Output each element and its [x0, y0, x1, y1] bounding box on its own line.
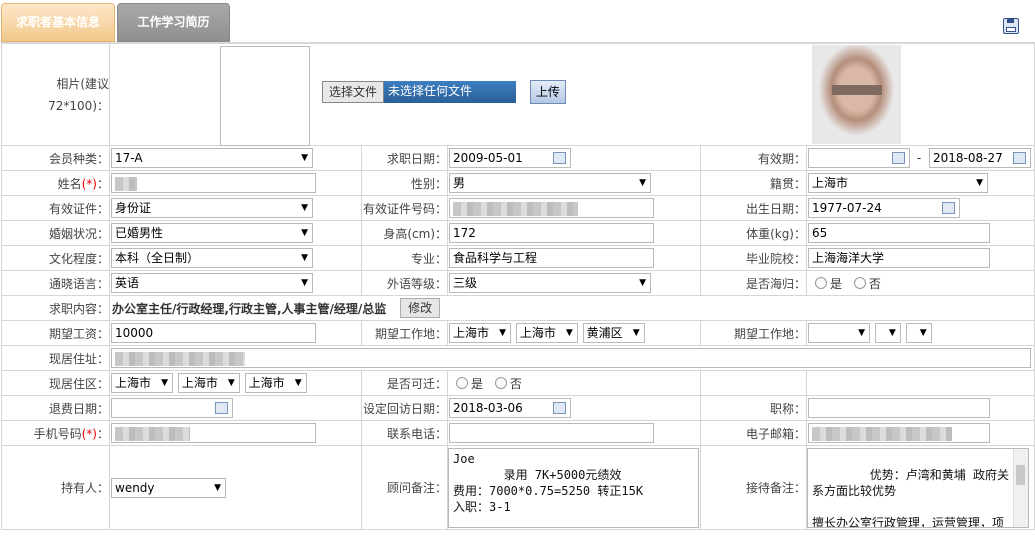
visit-date-input[interactable]: 2018-03-06	[449, 398, 571, 418]
email-label: 电子邮箱：	[700, 420, 807, 446]
work-place2-label: 期望工作地：	[700, 320, 807, 346]
valid-to-input[interactable]: 2018-08-27	[929, 148, 1031, 168]
file-name: 未选择任何文件	[384, 81, 517, 103]
gender-select[interactable]: 男	[449, 173, 651, 193]
tab-resume[interactable]: 工作学习简历	[117, 3, 230, 42]
lang-level-select[interactable]: 三级	[449, 273, 651, 293]
valid-from-input[interactable]	[808, 148, 910, 168]
lang-level-label: 外语等级：	[361, 270, 448, 296]
reception-note-textarea[interactable]: 优势：卢湾和黄埔 政府关系方面比较优势 擅长办公室行政管理，运营管理，项目管理	[807, 447, 1029, 528]
modify-button[interactable]: 修改	[400, 298, 441, 318]
id-no-label: 有效证件号码：	[361, 195, 448, 221]
photo-label: 相片(建议72*100)：	[1, 43, 110, 146]
phone-input[interactable]	[449, 423, 654, 443]
job-content-label: 求职内容：	[1, 295, 110, 321]
title-label: 职称：	[700, 395, 807, 421]
mobile-input[interactable]	[111, 423, 316, 443]
school-input[interactable]: 上海海洋大学	[808, 248, 990, 268]
id-no-input[interactable]	[449, 198, 654, 218]
salary-label: 期望工资：	[1, 320, 110, 346]
work-city2-select[interactable]	[874, 323, 901, 343]
education-label: 文化程度：	[1, 245, 110, 271]
salary-input[interactable]: 10000	[111, 323, 316, 343]
id-type-select[interactable]: 身份证	[111, 198, 313, 218]
candidate-photo	[812, 45, 901, 144]
name-input[interactable]	[111, 173, 316, 193]
major-input[interactable]: 食品科学与工程	[449, 248, 654, 268]
empty-cell	[700, 370, 807, 396]
marital-select[interactable]: 已婚男性	[111, 223, 313, 243]
apply-date-input[interactable]: 2009-05-01	[449, 148, 571, 168]
native-label: 籍贯：	[700, 170, 807, 196]
education-select[interactable]: 本科（全日制）	[111, 248, 313, 268]
file-picker[interactable]: 选择文件 未选择任何文件 上传	[322, 80, 566, 104]
district-label: 现居住区：	[1, 370, 110, 396]
work-district2-select[interactable]	[905, 323, 932, 343]
photo-placeholder	[220, 46, 310, 146]
height-input[interactable]: 172	[449, 223, 654, 243]
member-type-label: 会员种类：	[1, 145, 110, 171]
tab-basic-info[interactable]: 求职者基本信息	[1, 3, 115, 42]
relocate-no-label: 否	[509, 376, 522, 391]
mobile-label: 手机号码(*)：	[1, 420, 110, 446]
name-label: 姓名(*)：	[1, 170, 110, 196]
job-content-value: 办公室主任/行政经理,行政主管,人事主管/经理/总监	[112, 301, 387, 316]
birth-date-input[interactable]: 1977-07-24	[808, 198, 960, 218]
district-area-select[interactable]: 上海市	[244, 373, 307, 393]
district-city-select[interactable]: 上海市	[177, 373, 240, 393]
address-label: 现居住址：	[1, 345, 110, 371]
tab-bar: 求职者基本信息 工作学习简历	[0, 0, 1035, 43]
relocate-label: 是否可迁：	[361, 370, 448, 396]
scrollbar[interactable]	[1013, 448, 1028, 527]
overseas-no-radio[interactable]	[853, 277, 866, 289]
native-select[interactable]: 上海市	[808, 173, 988, 193]
visit-date-label: 设定回访日期：	[361, 395, 448, 421]
work-city-select[interactable]: 上海市	[515, 323, 578, 343]
birth-label: 出生日期：	[700, 195, 807, 221]
holder-label: 持有人：	[1, 445, 110, 530]
work-province-select[interactable]: 上海市	[449, 323, 511, 343]
gender-label: 性别：	[361, 170, 448, 196]
id-type-label: 有效证件：	[1, 195, 110, 221]
save-icon[interactable]	[1003, 18, 1019, 34]
work-district-select[interactable]: 黄浦区	[582, 323, 645, 343]
weight-input[interactable]: 65	[808, 223, 990, 243]
upload-button[interactable]: 上传	[529, 80, 566, 104]
marital-label: 婚姻状况：	[1, 220, 110, 246]
relocate-no-radio[interactable]	[494, 377, 507, 389]
language-label: 通晓语言：	[1, 270, 110, 296]
member-type-select[interactable]: 17-A	[111, 148, 313, 168]
school-label: 毕业院校：	[700, 245, 807, 271]
height-label: 身高(cm)：	[361, 220, 448, 246]
phone-label: 联系电话：	[361, 420, 448, 446]
relocate-yes-label: 是	[471, 376, 484, 391]
choose-file-button[interactable]: 选择文件	[322, 81, 385, 103]
reception-note-text: 优势：卢湾和黄埔 政府关系方面比较优势 擅长办公室行政管理，运营管理，项目管理	[812, 467, 1010, 528]
reception-note-label: 接待备注：	[700, 445, 807, 530]
email-input[interactable]	[808, 423, 990, 443]
address-input[interactable]	[111, 348, 1031, 368]
district-province-select[interactable]: 上海市	[111, 373, 173, 393]
relocate-yes-radio[interactable]	[456, 377, 468, 389]
major-label: 专业：	[361, 245, 448, 271]
overseas-no-label: 否	[868, 276, 881, 291]
work-place-label: 期望工作地：	[361, 320, 448, 346]
overseas-label: 是否海归：	[700, 270, 807, 296]
holder-select[interactable]: wendy	[111, 477, 226, 498]
refund-date-input[interactable]	[111, 398, 233, 418]
language-select[interactable]: 英语	[111, 273, 313, 293]
title-input[interactable]	[808, 398, 990, 418]
overseas-yes-label: 是	[830, 276, 843, 291]
weight-label: 体重(kg)：	[700, 220, 807, 246]
apply-date-label: 求职日期：	[361, 145, 448, 171]
work-province2-select[interactable]	[808, 323, 870, 343]
overseas-yes-radio[interactable]	[815, 277, 827, 289]
candidate-form: 相片(建议72*100)： 选择文件 未选择任何文件 上传 会员种类： 17-A …	[1, 43, 1035, 530]
range-dash: -	[916, 151, 922, 165]
consultant-note-textarea[interactable]: Joe 录用 7K+5000元绩效 费用：7000*0.75=5250 转正15…	[448, 447, 699, 528]
valid-period-label: 有效期：	[700, 145, 807, 171]
consultant-note-label: 顾问备注：	[361, 445, 448, 530]
refund-date-label: 退费日期：	[1, 395, 110, 421]
